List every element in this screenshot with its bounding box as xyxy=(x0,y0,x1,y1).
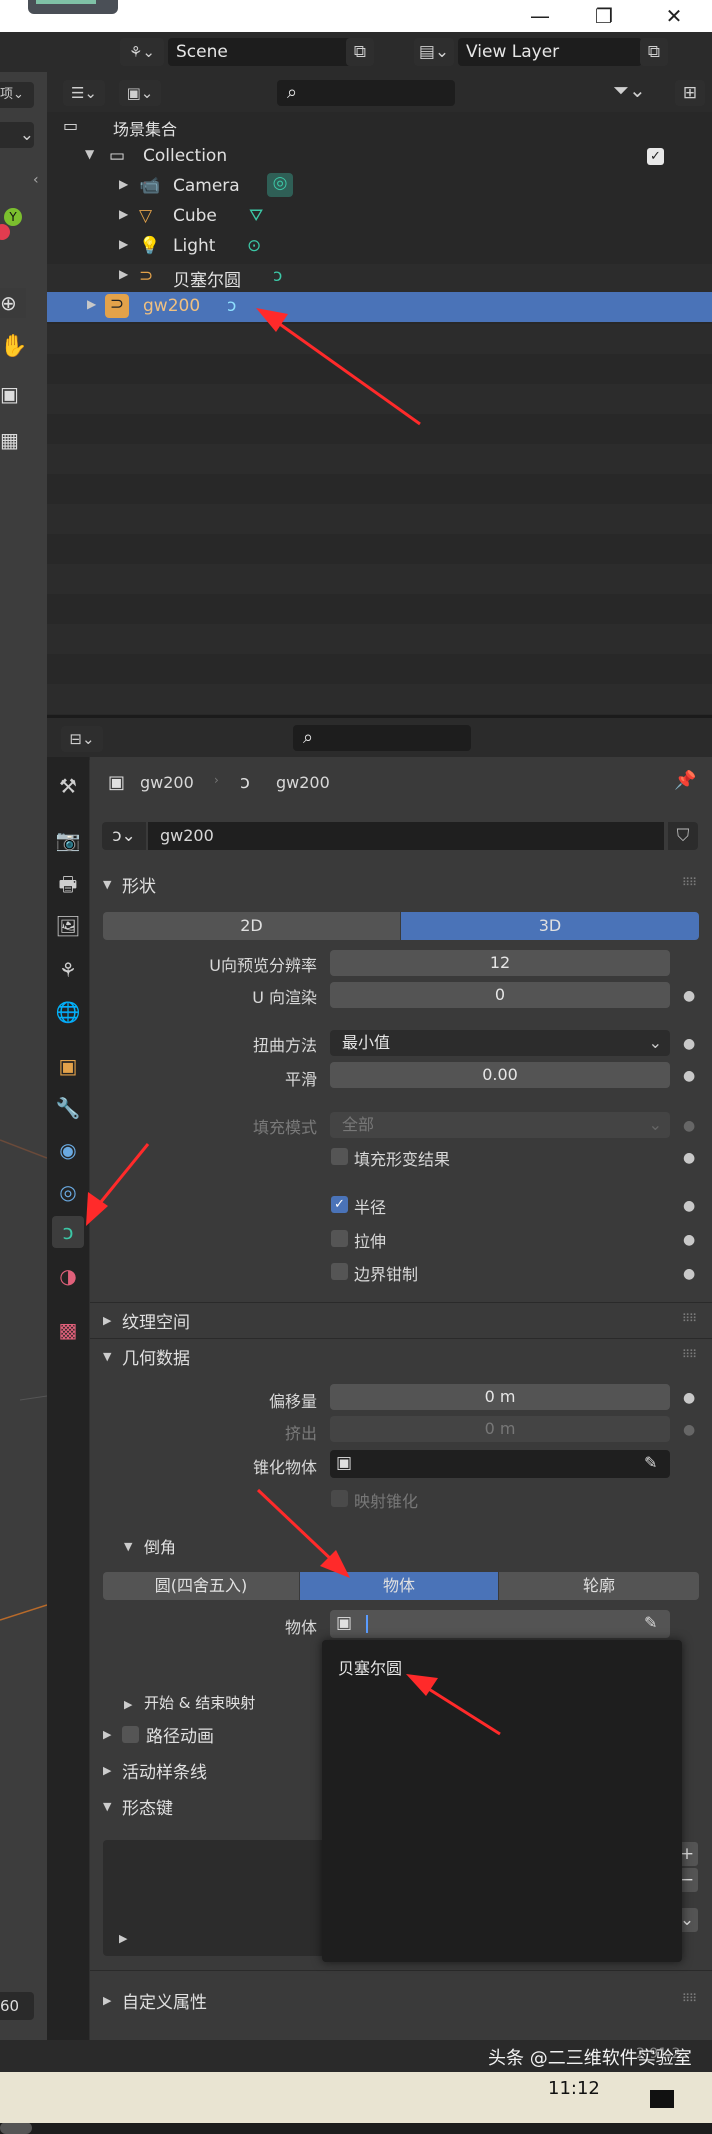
annotation-arrows xyxy=(86,308,501,1736)
arrow-to-object-mode xyxy=(256,1488,350,1578)
arrow-to-dropdown-item xyxy=(406,1674,501,1736)
watermark-text: 头条 @二三维软件实验室 xyxy=(488,2048,692,2069)
arrow-to-curve-tab xyxy=(86,1143,150,1226)
tray-icon[interactable] xyxy=(650,2090,674,2108)
os-taskbar: 11:12 xyxy=(0,2072,712,2123)
status-bar: 2.91.2 头条 @二三维软件实验室 xyxy=(0,2040,712,2072)
clock-label: 11:12 xyxy=(548,2078,600,2099)
timeline-scrollbar[interactable] xyxy=(0,2122,32,2134)
arrow-to-outliner xyxy=(256,308,421,426)
